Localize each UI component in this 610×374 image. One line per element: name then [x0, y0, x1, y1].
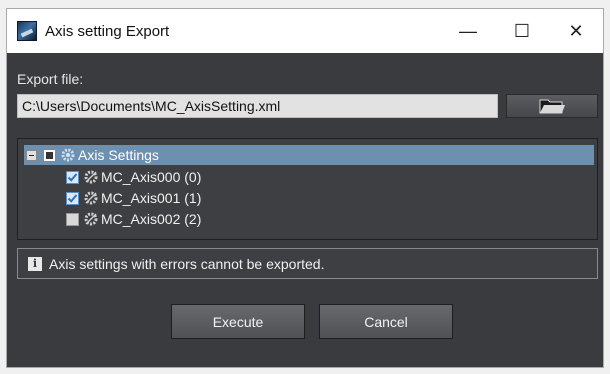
axis-tree: Axis Settings MC_Axis000 (0) MC_Axis001 … [17, 138, 598, 240]
gear-icon [84, 212, 98, 226]
item-checkbox[interactable] [66, 212, 79, 226]
maximize-button[interactable]: ☐ [495, 9, 549, 53]
folder-icon [539, 99, 565, 114]
gear-icon [61, 148, 75, 162]
root-checkbox[interactable] [43, 148, 56, 162]
info-icon: i [28, 256, 42, 271]
item-checkbox[interactable] [66, 170, 79, 184]
collapse-toggle[interactable] [26, 149, 37, 161]
item-checkbox[interactable] [66, 191, 79, 205]
export-dialog: Axis setting Export — ☐ ✕ Export file: A… [6, 8, 604, 368]
tree-root-axis-settings[interactable]: Axis Settings [24, 145, 594, 165]
gear-icon [84, 191, 98, 205]
execute-button[interactable]: Execute [171, 304, 305, 339]
window-title: Axis setting Export [45, 22, 170, 40]
gear-icon [84, 170, 98, 184]
info-text: Axis settings with errors cannot be expo… [49, 255, 325, 272]
tree-item-label: MC_Axis000 (0) [101, 169, 202, 185]
minimize-button[interactable]: — [441, 9, 495, 53]
info-message: i Axis settings with errors cannot be ex… [17, 248, 598, 279]
tree-item[interactable]: MC_Axis001 (1) [66, 188, 201, 208]
close-button[interactable]: ✕ [549, 9, 603, 53]
tree-item-label: MC_Axis002 (2) [101, 211, 202, 227]
export-file-label: Export file: [17, 71, 84, 87]
tree-item-label: MC_Axis001 (1) [101, 190, 202, 206]
browse-button[interactable] [506, 94, 598, 118]
cancel-button[interactable]: Cancel [319, 304, 453, 339]
export-path-input[interactable] [17, 94, 498, 118]
tree-item[interactable]: MC_Axis000 (0) [66, 167, 201, 187]
title-bar[interactable]: Axis setting Export — ☐ ✕ [7, 9, 603, 53]
tree-item[interactable]: MC_Axis002 (2) [66, 209, 201, 229]
tree-root-label: Axis Settings [78, 147, 159, 163]
app-icon [17, 21, 37, 41]
